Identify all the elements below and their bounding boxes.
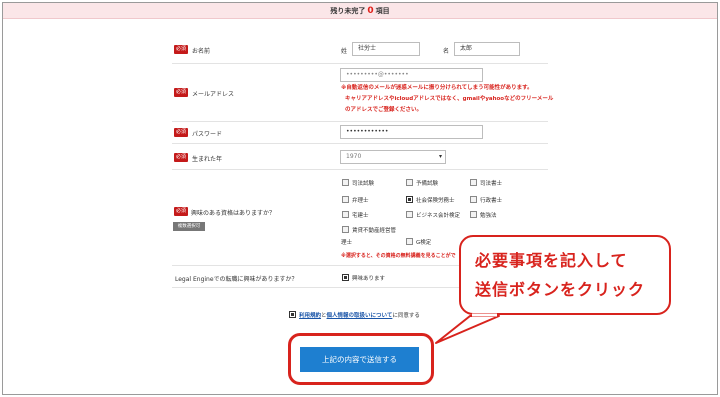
callout-pointer-join — [472, 313, 497, 317]
callout-line-1: 必要事項を記入して — [475, 251, 628, 270]
callout-line-2: 送信ボタンをクリック — [475, 280, 646, 299]
